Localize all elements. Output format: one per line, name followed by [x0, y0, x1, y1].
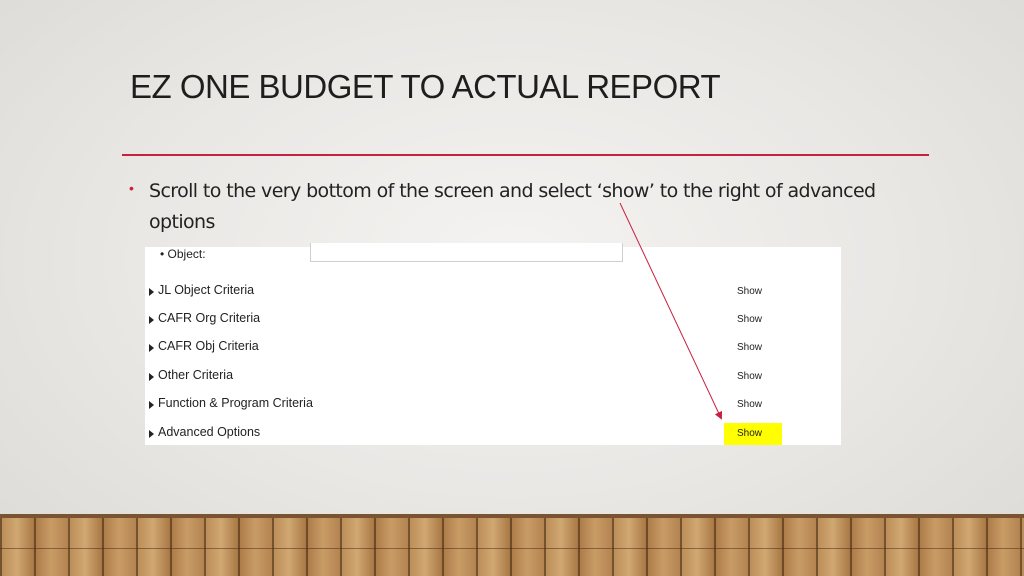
object-label: • Object:: [160, 247, 206, 261]
criteria-label: JL Object Criteria: [158, 283, 255, 297]
criteria-label: CAFR Org Criteria: [158, 311, 261, 325]
expand-caret-icon[interactable]: [149, 288, 154, 296]
show-link[interactable]: Show: [724, 281, 782, 303]
embedded-screenshot: • Object: JL Object Criteria Show CAFR O…: [145, 243, 841, 447]
show-link-highlighted[interactable]: Show: [724, 423, 782, 445]
show-link[interactable]: Show: [724, 309, 782, 331]
show-link[interactable]: Show: [724, 366, 782, 388]
criteria-label: Advanced Options: [158, 425, 261, 439]
expand-caret-icon[interactable]: [149, 373, 154, 381]
criteria-label: Function & Program Criteria: [158, 396, 313, 410]
expand-caret-icon[interactable]: [149, 430, 154, 438]
criteria-row-other[interactable]: Other Criteria Show: [145, 368, 841, 390]
criteria-row-cafr-org[interactable]: CAFR Org Criteria Show: [145, 311, 841, 333]
show-link[interactable]: Show: [724, 337, 782, 359]
expand-caret-icon[interactable]: [149, 344, 154, 352]
wooden-floor: [0, 514, 1024, 576]
bullet-text: Scroll to the very bottom of the screen …: [149, 180, 876, 233]
show-link[interactable]: Show: [724, 394, 782, 416]
title-divider: [122, 154, 929, 156]
criteria-row-jl-object[interactable]: JL Object Criteria Show: [145, 283, 841, 305]
criteria-label: CAFR Obj Criteria: [158, 339, 259, 353]
criteria-row-function-program[interactable]: Function & Program Criteria Show: [145, 396, 841, 418]
slide-title: EZ ONE BUDGET TO ACTUAL REPORT: [130, 68, 721, 105]
criteria-row-cafr-obj[interactable]: CAFR Obj Criteria Show: [145, 339, 841, 361]
object-input[interactable]: [310, 243, 623, 262]
bullet-marker: •: [129, 180, 134, 196]
object-row: • Object:: [145, 243, 841, 267]
expand-caret-icon[interactable]: [149, 316, 154, 324]
criteria-row-advanced-options[interactable]: Advanced Options Show: [145, 423, 841, 447]
criteria-label: Other Criteria: [158, 368, 234, 382]
expand-caret-icon[interactable]: [149, 401, 154, 409]
